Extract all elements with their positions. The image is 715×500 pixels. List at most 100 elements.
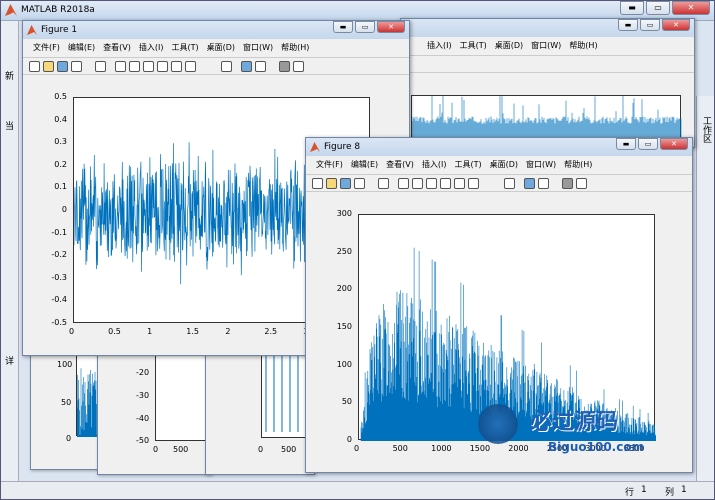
pan-icon[interactable]	[143, 61, 154, 72]
hide-plot-tools-icon[interactable]	[562, 178, 573, 189]
y-tick: 0.2	[54, 159, 67, 169]
print-icon[interactable]	[71, 61, 82, 72]
menu-file[interactable]: 文件(F)	[29, 40, 64, 56]
menu-file[interactable]: 文件(F)	[312, 157, 347, 173]
x-tick: 1.5	[186, 327, 199, 336]
menu-window[interactable]: 窗口(W)	[527, 38, 565, 54]
menu-insert[interactable]: 插入(I)	[407, 38, 456, 54]
data-cursor-icon[interactable]	[171, 61, 182, 72]
pan-icon[interactable]	[426, 178, 437, 189]
close-button[interactable]: ✕	[660, 138, 688, 150]
minimize-button[interactable]: ▬	[620, 1, 644, 15]
x-tick: 0	[354, 444, 360, 453]
menu-tools[interactable]: 工具(T)	[456, 38, 491, 54]
x-tick: 0	[153, 445, 159, 454]
app-title: MATLAB R2018a	[21, 5, 95, 15]
x-tick: 1500	[469, 444, 491, 453]
hide-plot-tools-icon[interactable]	[279, 61, 290, 72]
menu-help[interactable]: 帮助(H)	[560, 157, 596, 173]
menu-edit[interactable]: 编辑(E)	[347, 157, 382, 173]
close-button[interactable]: ✕	[672, 1, 710, 15]
pointer-icon[interactable]	[95, 61, 106, 72]
show-plot-tools-icon[interactable]	[576, 178, 587, 189]
y-tick: -50	[136, 436, 150, 445]
menu-window[interactable]: 窗口(W)	[522, 157, 560, 173]
rotate-icon[interactable]	[440, 178, 451, 189]
menu-tools[interactable]: 工具(T)	[167, 40, 202, 56]
menu-edit[interactable]: 编辑(E)	[64, 40, 99, 56]
menu-help[interactable]: 帮助(H)	[565, 38, 601, 54]
y-tick: -0.2	[51, 250, 67, 260]
menu-desktop[interactable]: 桌面(D)	[491, 38, 527, 54]
menu-help[interactable]: 帮助(H)	[277, 40, 313, 56]
minimize-button[interactable]: ▬	[333, 21, 353, 33]
y-tick: 200	[336, 284, 352, 294]
x-tick: 500	[281, 445, 297, 454]
figure-title: Figure 1	[41, 25, 78, 35]
open-icon[interactable]	[43, 61, 54, 72]
workspace-tab-label: 工作区	[701, 116, 711, 143]
x-tick: 1	[147, 327, 153, 336]
maximize-button[interactable]: ▭	[638, 138, 658, 150]
rotate-icon[interactable]	[157, 61, 168, 72]
menu-insert[interactable]: 插入(I)	[135, 40, 168, 56]
menu-view[interactable]: 查看(V)	[382, 157, 418, 173]
y-tick: -40	[136, 414, 150, 423]
menu-desktop[interactable]: 桌面(D)	[203, 40, 239, 56]
open-icon[interactable]	[326, 178, 337, 189]
watermark-title: 必过源码	[530, 410, 619, 435]
y-tick: 0	[61, 205, 67, 214]
maximize-button[interactable]: ▭	[355, 21, 375, 33]
x-tick: 0	[69, 327, 75, 336]
zoom-in-icon[interactable]	[115, 61, 126, 72]
figure-window-bg-top[interactable]: ▬ ▭ ✕ 插入(I) 工具(T) 桌面(D) 窗口(W) 帮助(H)	[400, 18, 695, 156]
series-line	[77, 368, 97, 437]
minimize-button[interactable]: ▬	[618, 19, 638, 31]
menu-view[interactable]: 查看(V)	[99, 40, 135, 56]
data-cursor-icon[interactable]	[454, 178, 465, 189]
legend-icon[interactable]	[538, 178, 549, 189]
menu-window[interactable]: 窗口(W)	[239, 40, 277, 56]
colorbar-icon[interactable]	[524, 178, 535, 189]
x-tick: 500	[392, 444, 408, 453]
legend-icon[interactable]	[255, 61, 266, 72]
x-tick: 2	[225, 327, 231, 336]
brush-icon[interactable]	[185, 61, 196, 72]
print-icon[interactable]	[354, 178, 365, 189]
new-figure-icon[interactable]	[312, 178, 323, 189]
minimize-button[interactable]: ▬	[616, 138, 636, 150]
x-tick: 500	[173, 445, 189, 454]
figure-window-bg-c[interactable]: 0 500	[205, 340, 315, 475]
figure-menubar: 插入(I) 工具(T) 桌面(D) 窗口(W) 帮助(H)	[401, 38, 694, 54]
close-button[interactable]: ✕	[377, 21, 405, 33]
save-icon[interactable]	[57, 61, 68, 72]
left-panel-stub: 新 当 详	[1, 21, 19, 481]
link-plot-icon[interactable]	[221, 61, 232, 72]
y-tick: 150	[336, 322, 352, 331]
menu-insert[interactable]: 插入(I)	[418, 157, 451, 173]
colorbar-icon[interactable]	[241, 61, 252, 72]
save-icon[interactable]	[340, 178, 351, 189]
menu-tools[interactable]: 工具(T)	[450, 157, 485, 173]
maximize-button[interactable]: ▭	[646, 1, 670, 15]
new-figure-icon[interactable]	[29, 61, 40, 72]
brush-icon[interactable]	[468, 178, 479, 189]
workspace-side-tab[interactable]: 工作区	[696, 96, 714, 486]
left-stub-label-new: 新	[5, 72, 15, 82]
left-stub-label-current: 当	[5, 122, 15, 132]
zoom-out-icon[interactable]	[129, 61, 140, 72]
status-bar: 行 1 列 1	[1, 481, 714, 499]
zoom-out-icon[interactable]	[412, 178, 423, 189]
show-plot-tools-icon[interactable]	[293, 61, 304, 72]
link-plot-icon[interactable]	[504, 178, 515, 189]
zoom-in-icon[interactable]	[398, 178, 409, 189]
y-tick: -0.5	[51, 318, 67, 327]
figure-menubar: 文件(F) 编辑(E) 查看(V) 插入(I) 工具(T) 桌面(D) 窗口(W…	[306, 157, 692, 173]
pointer-icon[interactable]	[378, 178, 389, 189]
maximize-button[interactable]: ▭	[640, 19, 660, 31]
figure-window-bg-b[interactable]: -20 -30 -40 -50 0 500	[97, 340, 212, 475]
x-tick: 0	[258, 445, 264, 454]
close-button[interactable]: ✕	[662, 19, 690, 31]
figure-titlebar: Figure 8 ▬ ▭ ✕	[306, 138, 692, 156]
menu-desktop[interactable]: 桌面(D)	[486, 157, 522, 173]
